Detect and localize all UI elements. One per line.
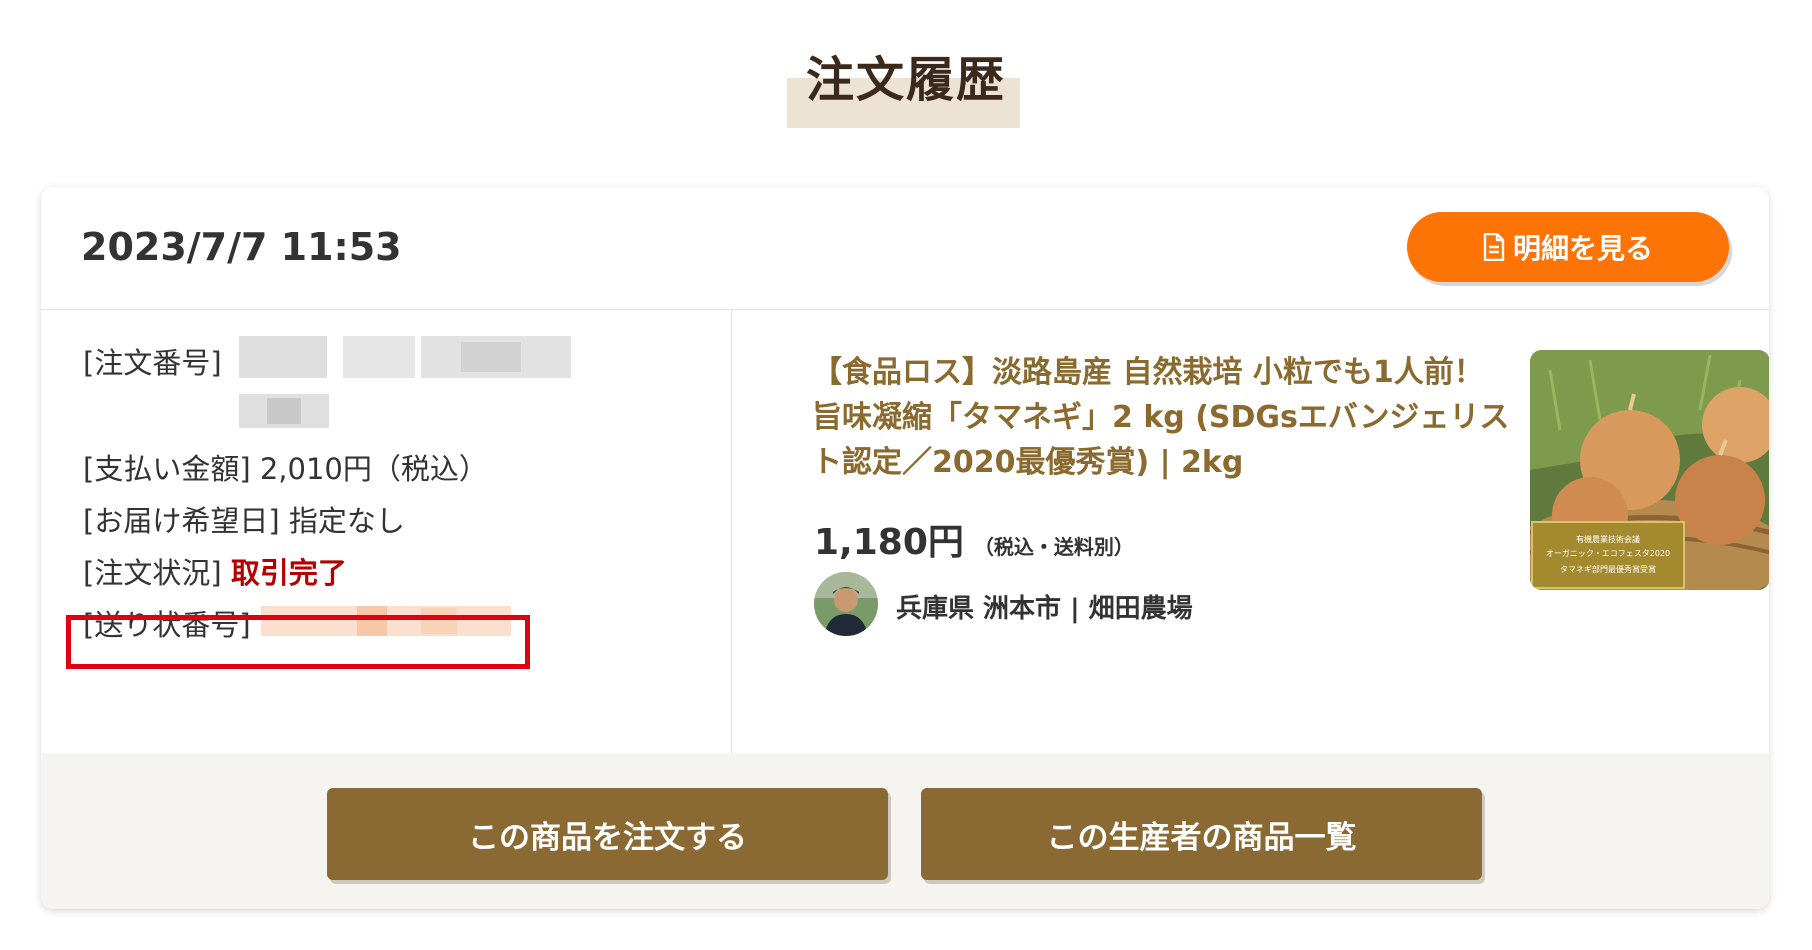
document-icon bbox=[1483, 233, 1505, 261]
order-datetime: 2023/7/7 11:53 bbox=[81, 225, 402, 269]
status-value: 取引完了 bbox=[230, 556, 347, 590]
order-card-header: 2023/7/7 11:53 明細を見る bbox=[41, 187, 1769, 310]
producer-avatar[interactable] bbox=[814, 572, 878, 636]
page-title: 注文履歴 bbox=[805, 52, 1006, 108]
producer-name-link[interactable]: 兵庫県 洲本市 | 畑田農場 bbox=[896, 588, 1193, 625]
badge-line-3: タマネギ部門最優秀賞受賞 bbox=[1560, 564, 1656, 574]
view-details-label: 明細を見る bbox=[1512, 232, 1653, 265]
payment-row: [支払い金額] 2,010円（税込） bbox=[83, 446, 488, 488]
product-price: 1,180円 （税込・送料別） bbox=[814, 513, 1134, 565]
product-panel: 【食品ロス】淡路島産 自然栽培 小粒でも1人前！旨味凝縮「タマネギ」2 kg (… bbox=[732, 310, 1769, 753]
order-number-redacted bbox=[231, 336, 571, 436]
delivery-label: [お届け希望日] bbox=[83, 504, 280, 538]
delivery-row: [お届け希望日] 指定なし bbox=[83, 498, 405, 540]
status-label: [注文状況] bbox=[83, 556, 222, 590]
product-name-link[interactable]: 【食品ロス】淡路島産 自然栽培 小粒でも1人前！旨味凝縮「タマネギ」2 kg (… bbox=[812, 350, 1512, 485]
badge-line-1: 有機農業技術会議 bbox=[1576, 534, 1640, 544]
order-number-label: [注文番号] bbox=[83, 346, 222, 380]
payment-label: [支払い金額] bbox=[83, 452, 251, 486]
producer-items-label: この生産者の商品一覧 bbox=[1046, 819, 1357, 856]
order-number-row: [注文番号] bbox=[83, 340, 222, 382]
order-info-panel: [注文番号] [支払い金額] 2,010円（税込） [お届け希望日] 指定なし … bbox=[41, 310, 732, 753]
order-again-label: この商品を注文する bbox=[468, 819, 747, 856]
delivery-value: 指定なし bbox=[288, 504, 405, 538]
view-details-button[interactable]: 明細を見る bbox=[1407, 212, 1729, 282]
status-row: [注文状況] 取引完了 bbox=[83, 550, 347, 592]
product-image[interactable]: 有機農業技術会議 オーガニック・エコフェスタ2020 タマネギ部門最優秀賞受賞 bbox=[1530, 350, 1769, 590]
payment-value: 2,010円（税込） bbox=[259, 452, 488, 486]
product-price-amount: 1,180円 bbox=[814, 522, 964, 563]
badge-line-2: オーガニック・エコフェスタ2020 bbox=[1546, 548, 1670, 558]
product-price-note: （税込・送料別） bbox=[973, 535, 1134, 559]
order-card: 2023/7/7 11:53 明細を見る [注文番号] [支払い金額] 2,01… bbox=[41, 187, 1769, 909]
producer-items-button[interactable]: この生産者の商品一覧 bbox=[921, 788, 1482, 880]
order-again-button[interactable]: この商品を注文する bbox=[327, 788, 888, 880]
order-card-footer: この商品を注文する この生産者の商品一覧 bbox=[41, 753, 1769, 909]
tracking-highlight-box bbox=[66, 615, 530, 669]
